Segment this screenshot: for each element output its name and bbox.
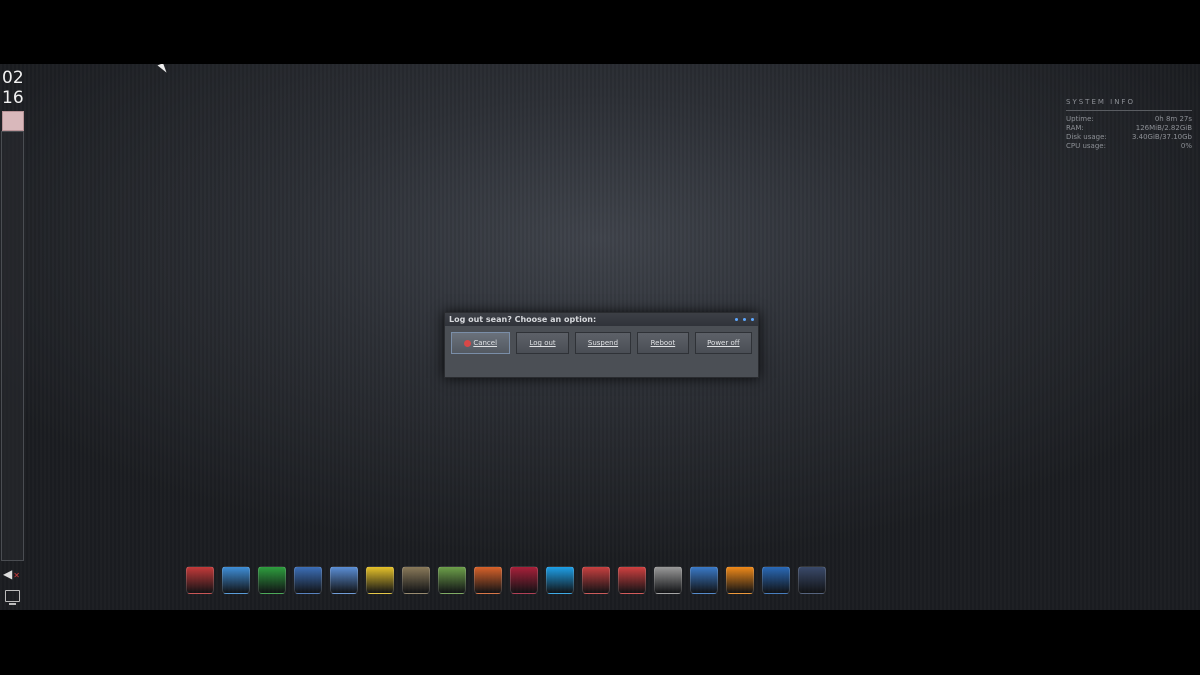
bluetooth-swan-icon[interactable] [222, 566, 250, 594]
disk-value: 3.40GiB/37.10Gb [1131, 133, 1192, 141]
vlc-icon[interactable] [726, 566, 754, 594]
dialog-title: Log out sean? Choose an option: [449, 315, 597, 324]
ram-label: RAM: [1066, 124, 1084, 132]
ram-value: 126MiB/2.82GiB [1135, 124, 1192, 132]
system-info-widget: SYSTEM INFO Uptime: 0h 8m 27s RAM: 126Mi… [1066, 98, 1192, 151]
left-panel [1, 131, 24, 561]
clock-hours: 02 [2, 68, 24, 88]
debian-swirl-icon[interactable] [510, 566, 538, 594]
close-icon[interactable] [751, 318, 754, 321]
logout-button[interactable]: Log out [516, 332, 569, 354]
logout-dialog: Log out sean? Choose an option: Cancel L… [444, 312, 759, 378]
panel-clock[interactable]: 02 16 [2, 68, 24, 108]
teapot-icon[interactable] [366, 566, 394, 594]
workspace-pager[interactable] [2, 111, 24, 131]
reboot-label: Reboot [650, 339, 676, 347]
poweroff-label: Power off [707, 339, 740, 347]
system-info-row-cpu: CPU usage: 0% [1066, 142, 1192, 151]
system-info-title: SYSTEM INFO [1066, 98, 1135, 106]
clock-minutes: 16 [2, 88, 24, 108]
system-monitor-icon[interactable] [690, 566, 718, 594]
maximize-icon[interactable] [743, 318, 746, 321]
system-info-row-uptime: Uptime: 0h 8m 27s [1066, 115, 1192, 124]
dialog-titlebar[interactable]: Log out sean? Choose an option: [445, 313, 758, 326]
spreadsheet-icon[interactable] [258, 566, 286, 594]
xbmc-icon[interactable] [798, 566, 826, 594]
suspend-label: Suspend [587, 339, 619, 347]
system-info-divider [1066, 110, 1192, 111]
system-info-row-ram: RAM: 126MiB/2.82GiB [1066, 124, 1192, 133]
drive-icon[interactable] [438, 566, 466, 594]
calculator-icon[interactable] [294, 566, 322, 594]
cancel-label: Cancel [473, 339, 498, 347]
usb-tool-icon[interactable] [654, 566, 682, 594]
writer-icon[interactable] [762, 566, 790, 594]
dock [186, 564, 826, 596]
cpu-value: 0% [1180, 142, 1192, 150]
skype-icon[interactable] [546, 566, 574, 594]
mouse-cursor-icon [157, 64, 167, 75]
system-info-row-disk: Disk usage: 3.40GiB/37.10Gb [1066, 133, 1192, 142]
uptime-label: Uptime: [1066, 115, 1094, 123]
display-icon[interactable] [5, 590, 20, 605]
window-controls [735, 318, 754, 321]
poweroff-button[interactable]: Power off [694, 332, 752, 354]
volume-muted-icon[interactable]: ◀✕ [3, 567, 20, 581]
red-terminal-icon[interactable] [186, 566, 214, 594]
minimize-icon[interactable] [735, 318, 738, 321]
uptime-value: 0h 8m 27s [1154, 115, 1192, 123]
disk-label: Disk usage: [1066, 133, 1107, 141]
dialog-buttons: Cancel Log out Suspend Reboot Power off [445, 326, 758, 354]
reboot-button[interactable]: Reboot [637, 332, 689, 354]
cpu-label: CPU usage: [1066, 142, 1106, 150]
installer-icon[interactable] [618, 566, 646, 594]
logout-label: Log out [529, 339, 556, 347]
chromium-icon[interactable] [330, 566, 358, 594]
suspend-button[interactable]: Suspend [574, 332, 632, 354]
impress-icon[interactable] [474, 566, 502, 594]
cancel-icon [464, 339, 472, 347]
cancel-button[interactable]: Cancel [451, 332, 511, 354]
desktop: 02 16 ◀✕ SYSTEM INFO Uptime: 0h 8m 27s R… [0, 64, 1200, 610]
package-icon[interactable] [582, 566, 610, 594]
gimp-icon[interactable] [402, 566, 430, 594]
